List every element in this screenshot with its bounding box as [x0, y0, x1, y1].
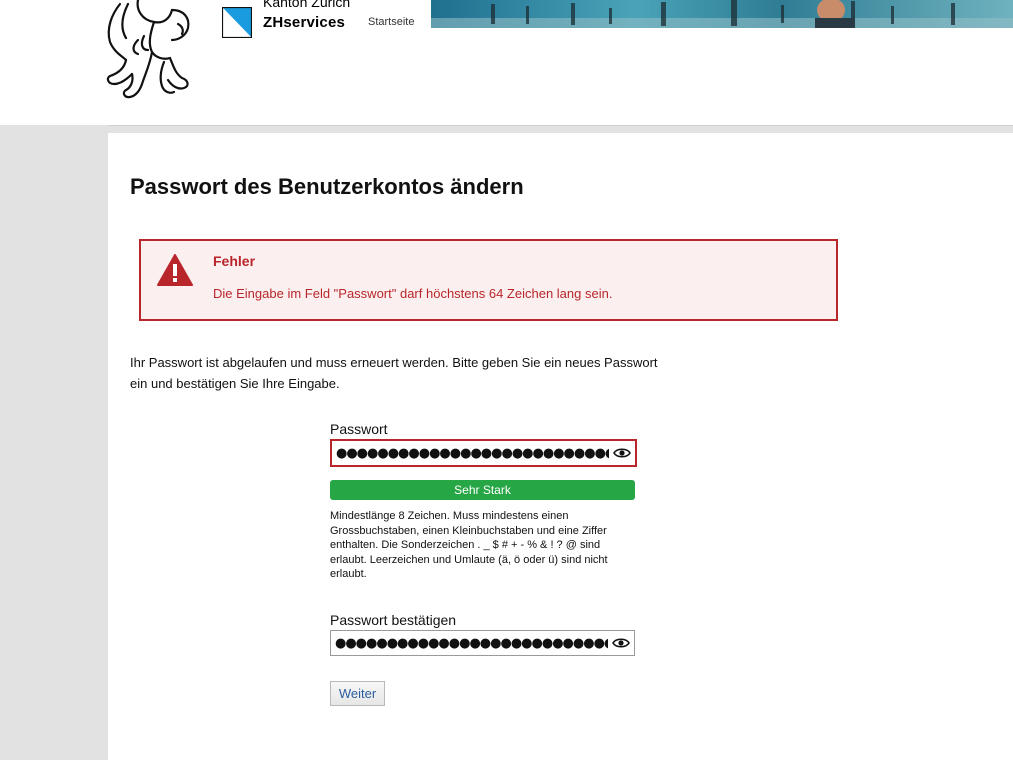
password-value[interactable]: ●●●●●●●●●●●●●●●●●●●●●●●●●●●●●●●●●●●●●●●●…	[332, 446, 609, 461]
intro-text: Ihr Passwort ist abgelaufen und muss ern…	[130, 355, 658, 391]
password-strength-meter: Sehr Stark	[330, 480, 635, 500]
show-password-eye-icon[interactable]	[609, 442, 635, 464]
brand-name: ZHservices	[263, 14, 346, 31]
confirm-password-input[interactable]: ●●●●●●●●●●●●●●●●●●●●●●●●●●●●●●●●●●●●●●●●…	[330, 630, 635, 656]
canton-name: Kanton Zürich	[263, 0, 351, 10]
left-gutter	[0, 125, 108, 760]
page-header: Kanton Zürich ZHservices Startseite	[0, 0, 1013, 125]
header-divider	[0, 125, 1013, 133]
confirm-password-value[interactable]: ●●●●●●●●●●●●●●●●●●●●●●●●●●●●●●●●●●●●●●●●…	[331, 636, 608, 651]
error-title: Fehler	[213, 253, 256, 269]
header-banner-image	[431, 0, 1013, 28]
error-alert: Fehler Die Eingabe im Feld "Passwort" da…	[139, 239, 838, 321]
confirm-password-label: Passwort bestätigen	[330, 612, 457, 628]
zurich-lion-logo	[106, 0, 190, 99]
home-link[interactable]: Startseite	[368, 16, 414, 28]
password-label: Passwort	[330, 421, 388, 437]
zurich-flag-icon	[222, 7, 252, 38]
show-confirm-password-eye-icon[interactable]	[608, 632, 634, 654]
warning-icon	[157, 254, 193, 286]
page-title: Passwort des Benutzerkontos ändern	[130, 174, 524, 199]
error-message: Die Eingabe im Feld "Passwort" darf höch…	[213, 286, 613, 301]
password-requirements-hint: Mindestlänge 8 Zeichen. Muss mindestens …	[330, 510, 608, 580]
password-input[interactable]: ●●●●●●●●●●●●●●●●●●●●●●●●●●●●●●●●●●●●●●●●…	[330, 439, 637, 467]
continue-button[interactable]: Weiter	[330, 681, 385, 706]
